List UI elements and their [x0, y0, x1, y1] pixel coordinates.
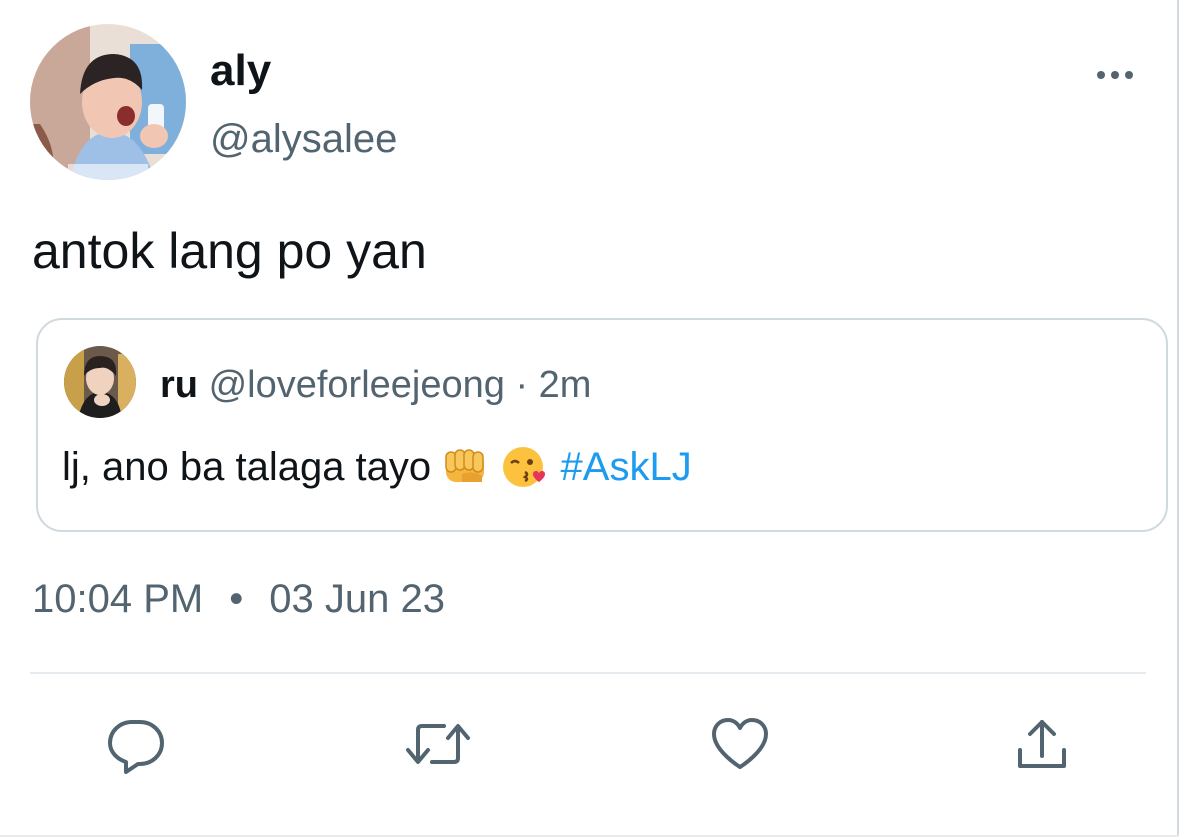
timestamp-time[interactable]: 10:04 PM — [32, 577, 203, 621]
author-avatar[interactable] — [30, 24, 186, 180]
timestamp-separator: • — [229, 577, 244, 621]
hashtag-link[interactable]: #AskLJ — [561, 445, 692, 489]
quoted-time-ago[interactable]: 2m — [539, 364, 592, 406]
retweet-icon — [406, 724, 470, 764]
quoted-handle[interactable]: @loveforleejeong — [209, 364, 505, 406]
quoted-tweet-card[interactable]: ru @loveforleejeong · 2m lj, ano ba tala… — [36, 318, 1168, 532]
kissing-face-heart-emoji — [501, 444, 549, 504]
reply-icon — [108, 720, 164, 774]
retweet-button[interactable] — [406, 712, 470, 776]
quoted-text-line: lj, ano ba talaga tayo #AskLJ — [62, 440, 692, 504]
more-dots-icon — [1097, 71, 1133, 79]
quoted-author-avatar[interactable] — [64, 346, 136, 418]
avatar-image — [30, 24, 186, 180]
share-icon — [1018, 720, 1066, 768]
author-display-name[interactable]: aly — [210, 44, 271, 98]
tweet-text: antok lang po yan — [32, 223, 427, 279]
fist-emoji — [442, 444, 490, 504]
quoted-display-name[interactable]: ru — [160, 364, 198, 406]
author-handle[interactable]: @alysalee — [210, 114, 397, 164]
share-button[interactable] — [1010, 712, 1074, 776]
more-options-button[interactable] — [1090, 58, 1140, 92]
quoted-avatar-image — [64, 346, 136, 418]
kissing-face-heart-emoji-icon — [503, 447, 546, 487]
quoted-text: lj, ano ba talaga tayo — [62, 445, 432, 489]
quoted-header: ru @loveforleejeong · 2m — [160, 360, 591, 410]
quoted-separator: · — [515, 364, 529, 406]
timestamp-row: 10:04 PM • 03 Jun 23 — [32, 574, 445, 624]
fist-emoji-icon — [445, 449, 485, 482]
timestamp-date[interactable]: 03 Jun 23 — [269, 577, 445, 621]
actions-divider — [30, 672, 1146, 674]
like-icon — [712, 718, 768, 769]
like-button[interactable] — [708, 712, 772, 776]
reply-button[interactable] — [104, 712, 168, 776]
